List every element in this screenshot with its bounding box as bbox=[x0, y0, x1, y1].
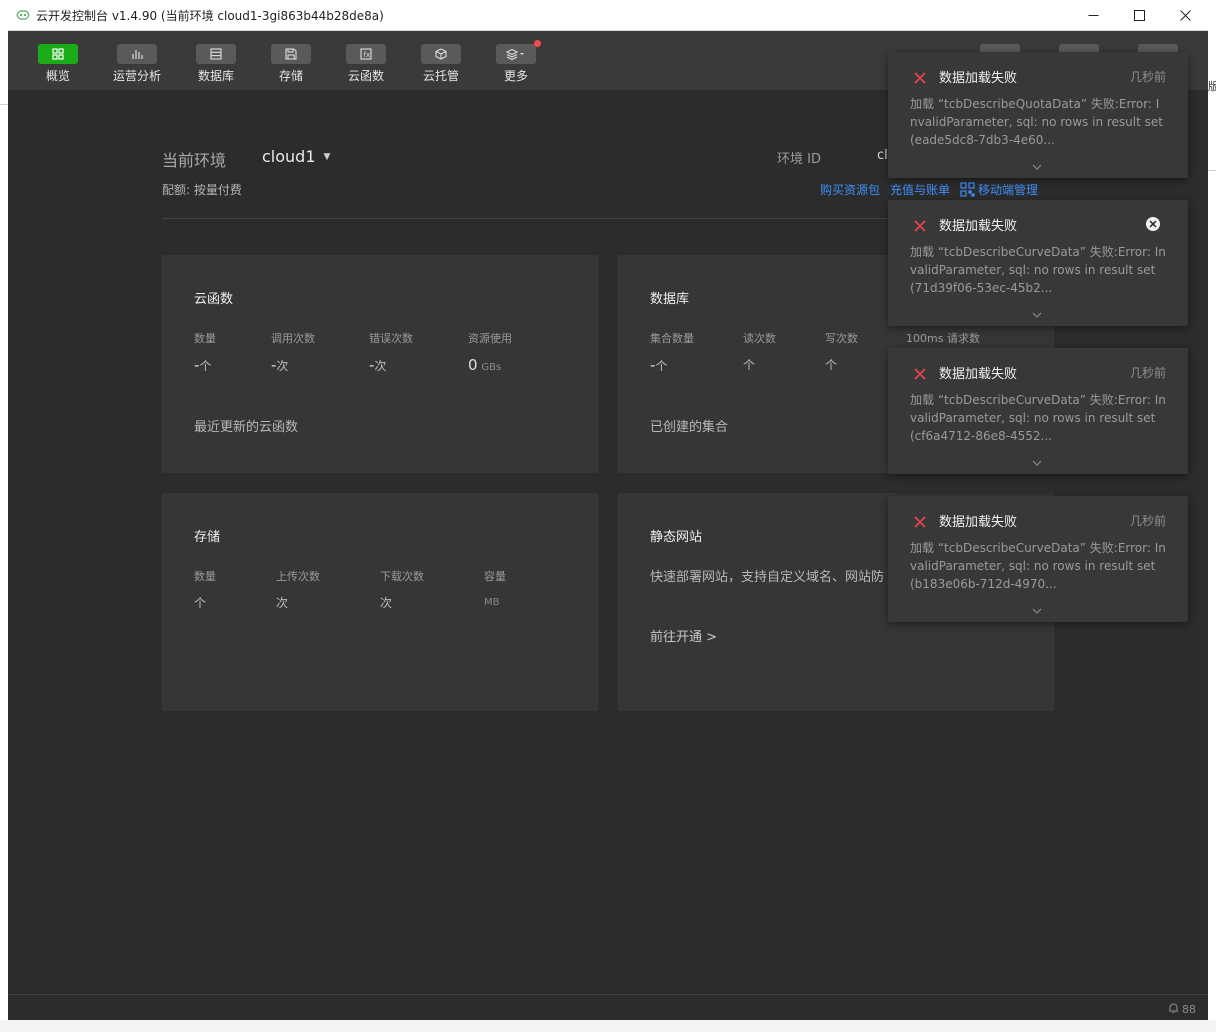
error-x-icon bbox=[914, 513, 926, 532]
env-label: 当前环境 bbox=[162, 151, 227, 170]
error-x-icon bbox=[914, 69, 926, 88]
error-x-icon bbox=[914, 365, 926, 384]
expand-chevron-icon[interactable] bbox=[1032, 451, 1042, 470]
notification-title: 数据加载失败 bbox=[939, 515, 1018, 530]
storage-icon bbox=[285, 45, 297, 64]
bottom-window-edge bbox=[0, 1020, 1216, 1032]
close-window-button[interactable] bbox=[1162, 0, 1208, 31]
cube-icon bbox=[435, 45, 447, 64]
expand-chevron-icon[interactable] bbox=[1032, 599, 1042, 618]
notification-toast: 数据加载失败 加载 “tcbDescribeCurveData” 失败:Erro… bbox=[888, 200, 1188, 326]
notification-toast: 数据加载失败 几秒前 加载 “tcbDescribeQuotaData” 失败:… bbox=[888, 52, 1188, 178]
enable-static-website-link[interactable]: 前往开通 > bbox=[650, 626, 717, 645]
toolbar-cloud-functions[interactable]: fx 云函数 bbox=[336, 44, 396, 84]
toolbar-label: 存储 bbox=[278, 69, 303, 83]
function-icon: fx bbox=[360, 45, 372, 64]
stat-errors: 错误次数 -次 bbox=[369, 332, 413, 374]
card-title: 数据库 bbox=[650, 292, 690, 307]
layers-icon bbox=[505, 45, 526, 64]
buy-resource-pack-link[interactable]: 购买资源包 bbox=[820, 181, 880, 198]
toolbar-overview[interactable]: 概览 bbox=[28, 44, 88, 84]
database-icon bbox=[210, 45, 222, 64]
notification-title: 数据加载失败 bbox=[939, 367, 1018, 382]
notification-toast: 数据加载失败 几秒前 加载 “tcbDescribeCurveData” 失败:… bbox=[888, 348, 1188, 474]
stat-downloads: 下载次数 次 bbox=[380, 570, 424, 610]
stat-writes: 写次数 个 bbox=[825, 332, 858, 372]
right-window-edge: 版 bbox=[1208, 0, 1216, 1032]
toolbar-label: 数据库 bbox=[197, 69, 234, 83]
background-window-fragment: 版 bbox=[1208, 80, 1216, 93]
recharge-billing-link[interactable]: 充值与账单 bbox=[890, 181, 950, 198]
window-title: 云开发控制台 v1.4.90 (当前环境 cloud1-3gi863b44b28… bbox=[36, 8, 384, 23]
created-collections-label: 已创建的集合 bbox=[650, 420, 729, 435]
recent-functions-label: 最近更新的云函数 bbox=[194, 420, 299, 435]
stat-invocations: 调用次数 -次 bbox=[271, 332, 315, 374]
stat-reads: 读次数 个 bbox=[743, 332, 776, 372]
expand-chevron-icon[interactable] bbox=[1032, 303, 1042, 322]
mobile-management-link[interactable]: 移动端管理 bbox=[978, 181, 1038, 198]
notification-time: 几秒前 bbox=[1129, 70, 1166, 84]
grid-icon bbox=[52, 45, 64, 64]
notification-message: 加载 “tcbDescribeCurveData” 失败:Error: Inva… bbox=[910, 245, 1166, 295]
notification-time: 几秒前 bbox=[1129, 366, 1166, 380]
notification-title: 数据加载失败 bbox=[939, 71, 1018, 86]
stat-100ms-requests: 100ms 请求数 bbox=[906, 332, 980, 345]
notification-message: 加载 “tcbDescribeCurveData” 失败:Error: Inva… bbox=[910, 541, 1166, 591]
notification-title: 数据加载失败 bbox=[939, 219, 1018, 234]
notification-time: 几秒前 bbox=[1129, 514, 1166, 528]
minimize-button[interactable] bbox=[1070, 0, 1116, 31]
env-links: 购买资源包 充值与账单 移动端管理 bbox=[820, 181, 1038, 198]
toolbar-label: 云函数 bbox=[347, 69, 384, 83]
stat-count: 数量 -个 bbox=[194, 332, 216, 374]
notification-badge bbox=[534, 40, 541, 47]
error-x-icon bbox=[914, 217, 926, 236]
notification-count: 88 bbox=[1182, 1003, 1196, 1016]
notification-message: 加载 “tcbDescribeQuotaData” 失败:Error: Inva… bbox=[910, 97, 1163, 147]
app-window: 概览 运营分析 数据库 存储 fx 云函数 云托管 更多 当前环境 cloud1… bbox=[8, 31, 1208, 1020]
toolbar-label: 运营分析 bbox=[112, 69, 161, 83]
toolbar-storage[interactable]: 存储 bbox=[261, 44, 321, 84]
bar-chart-icon bbox=[131, 45, 143, 64]
chevron-down-icon: ▼ bbox=[323, 151, 331, 162]
card-title: 存储 bbox=[194, 530, 221, 545]
env-id-label: 环境 ID bbox=[777, 152, 821, 167]
toolbar-more[interactable]: 更多 bbox=[486, 40, 546, 84]
notification-toast: 数据加载失败 几秒前 加载 “tcbDescribeCurveData” 失败:… bbox=[888, 496, 1188, 622]
cloud-functions-card: 云函数 数量 -个 调用次数 -次 错误次数 -次 资源使用 0 GBs 最近更… bbox=[162, 255, 598, 473]
toolbar-analytics[interactable]: 运营分析 bbox=[107, 44, 167, 84]
toolbar-label: 云托管 bbox=[422, 69, 459, 83]
stat-capacity: 容量 MB bbox=[484, 570, 506, 608]
close-notification-icon[interactable] bbox=[1146, 217, 1160, 231]
left-window-edge bbox=[0, 0, 8, 1032]
storage-card: 存储 数量 个 上传次数 次 下载次数 次 容量 MB bbox=[162, 493, 598, 711]
svg-text:fx: fx bbox=[364, 51, 371, 59]
notification-message: 加载 “tcbDescribeCurveData” 失败:Error: Inva… bbox=[910, 393, 1166, 443]
env-value: cloud1 bbox=[262, 147, 316, 166]
title-bar: 云开发控制台 v1.4.90 (当前环境 cloud1-3gi863b44b28… bbox=[8, 0, 1208, 31]
notification-center-button[interactable]: 88 bbox=[1168, 1002, 1196, 1017]
status-bar: 88 bbox=[8, 994, 1208, 1020]
quota-text: 配额: 按量付费 bbox=[162, 183, 242, 197]
stat-resource-usage: 资源使用 0 GBs bbox=[468, 332, 512, 374]
toolbar-cloud-hosting[interactable]: 云托管 bbox=[411, 44, 471, 84]
toolbar-database[interactable]: 数据库 bbox=[186, 44, 246, 84]
toolbar-label: 概览 bbox=[45, 69, 70, 83]
toolbar-label: 更多 bbox=[503, 69, 528, 83]
stat-uploads: 上传次数 次 bbox=[276, 570, 320, 610]
app-logo-icon bbox=[16, 9, 30, 21]
bell-icon bbox=[1168, 1002, 1182, 1017]
maximize-button[interactable] bbox=[1116, 0, 1162, 31]
card-title: 云函数 bbox=[194, 292, 234, 307]
card-title: 静态网站 bbox=[650, 530, 703, 545]
env-selector[interactable]: cloud1 ▼ bbox=[262, 147, 330, 166]
stat-collections: 集合数量 -个 bbox=[650, 332, 694, 374]
qr-code-icon bbox=[960, 182, 975, 197]
stat-file-count: 数量 个 bbox=[194, 570, 216, 610]
expand-chevron-icon[interactable] bbox=[1032, 155, 1042, 174]
static-website-description: 快速部署网站，支持自定义域名、网站防 bbox=[650, 570, 885, 585]
window-controls bbox=[1070, 0, 1208, 31]
